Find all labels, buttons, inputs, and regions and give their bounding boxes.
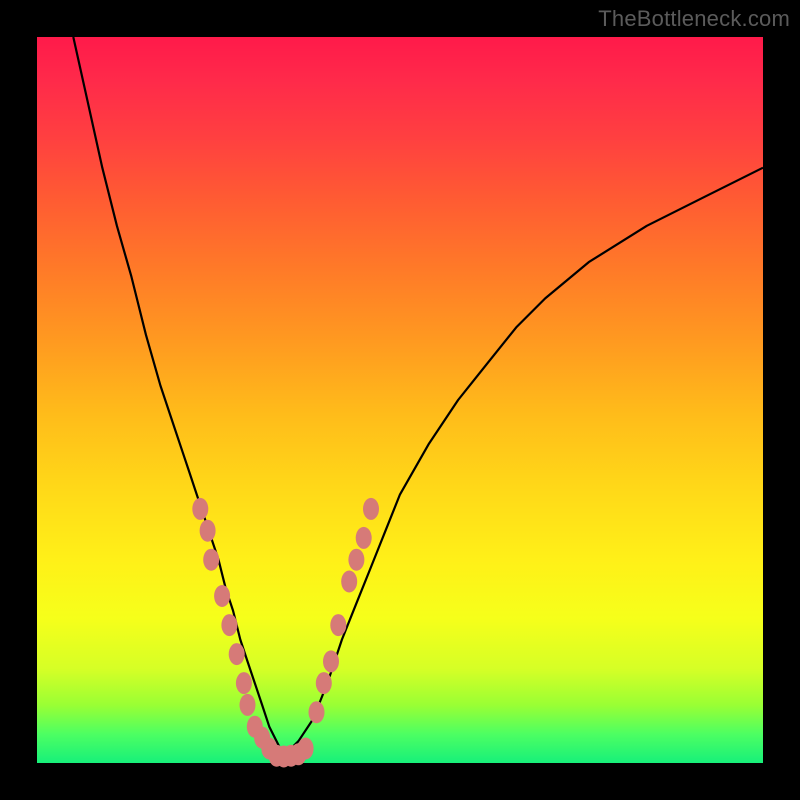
plot-area — [37, 37, 763, 763]
data-marker — [309, 701, 325, 723]
data-marker — [298, 738, 314, 760]
data-marker — [330, 614, 346, 636]
data-marker — [214, 585, 230, 607]
data-marker — [229, 643, 245, 665]
data-marker — [316, 672, 332, 694]
right-curve — [284, 168, 763, 756]
data-marker — [192, 498, 208, 520]
data-marker — [323, 650, 339, 672]
watermark-text: TheBottleneck.com — [598, 6, 790, 32]
data-marker — [200, 520, 216, 542]
data-marker — [341, 571, 357, 593]
data-marker — [203, 549, 219, 571]
data-marker — [348, 549, 364, 571]
curve-svg — [37, 37, 763, 763]
chart-frame: TheBottleneck.com — [0, 0, 800, 800]
data-marker — [221, 614, 237, 636]
data-marker — [363, 498, 379, 520]
left-curve — [73, 37, 283, 756]
data-marker — [236, 672, 252, 694]
data-markers — [192, 498, 379, 768]
data-marker — [356, 527, 372, 549]
data-marker — [240, 694, 256, 716]
